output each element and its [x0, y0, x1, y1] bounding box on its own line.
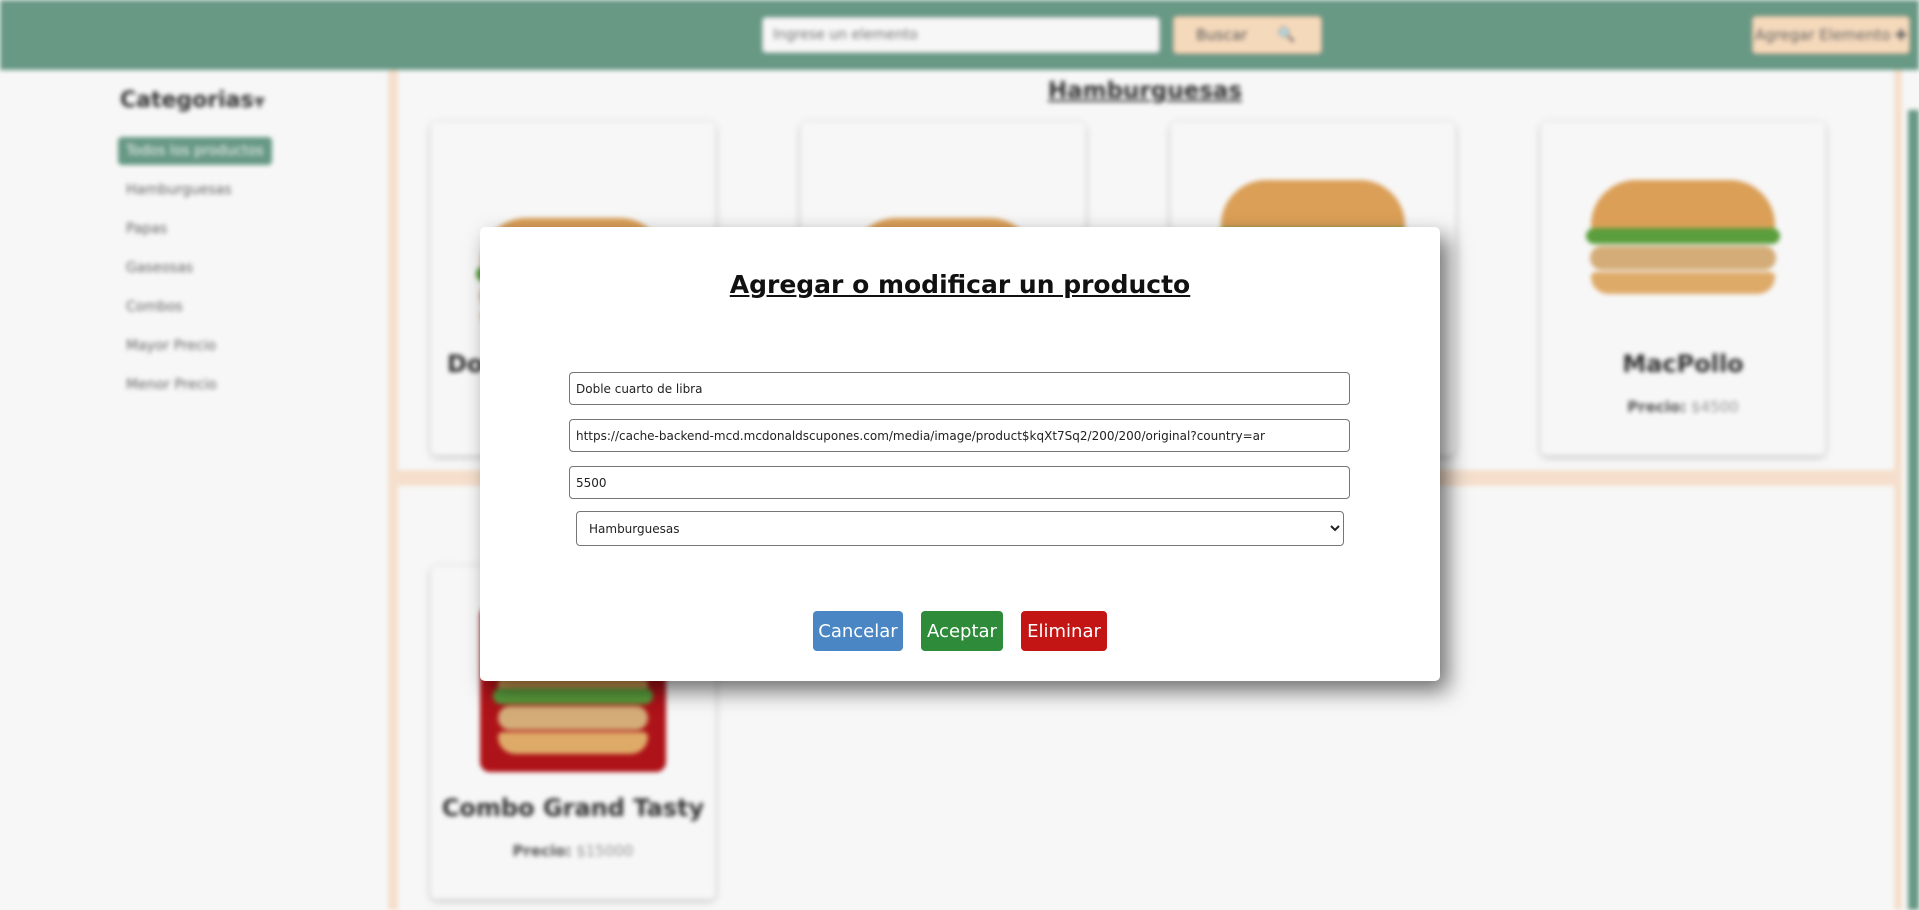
product-image-url-field[interactable]: [569, 419, 1350, 452]
product-category-select[interactable]: Hamburguesas: [576, 511, 1344, 546]
cancel-button[interactable]: Cancelar: [813, 611, 903, 651]
product-price-field[interactable]: [569, 466, 1350, 499]
accept-button[interactable]: Aceptar: [921, 611, 1003, 651]
delete-button[interactable]: Eliminar: [1021, 611, 1107, 651]
modal-title: Agregar o modificar un producto: [729, 270, 1191, 299]
product-modal: Agregar o modificar un producto Hamburgu…: [480, 227, 1440, 681]
product-name-field[interactable]: [569, 372, 1350, 405]
